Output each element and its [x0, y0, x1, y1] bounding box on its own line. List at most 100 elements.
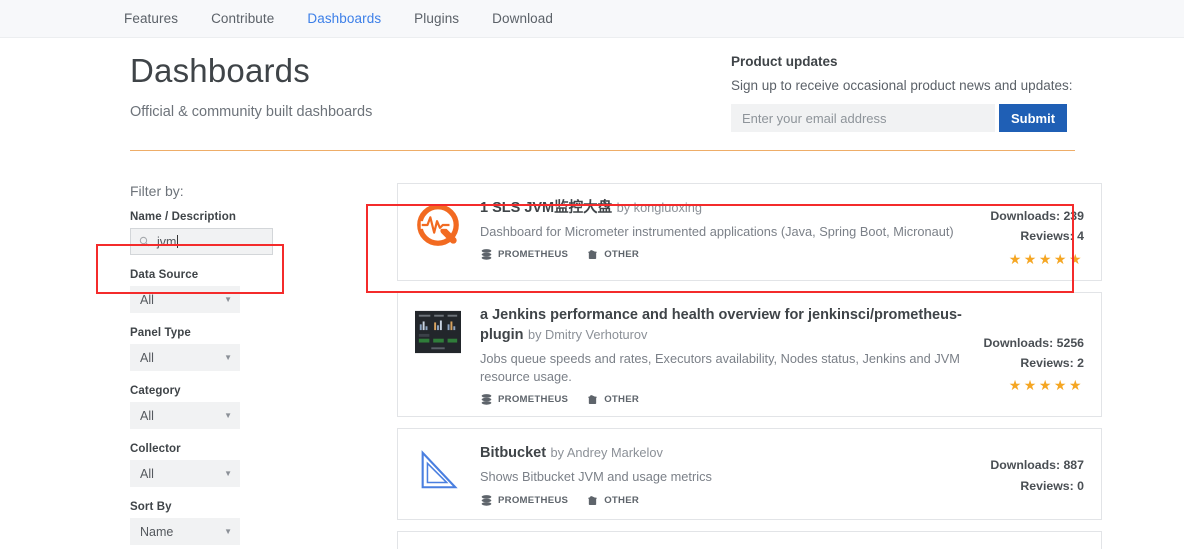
result-tag-collector: OTHER [586, 393, 639, 406]
chevron-down-icon: ▼ [224, 527, 232, 536]
result-title-line: a Jenkins performance and health overvie… [480, 305, 964, 347]
page-title: Dashboards [130, 52, 310, 89]
data-source-value: All [140, 292, 154, 307]
result-card-body: a Jenkins performance and health overvie… [480, 305, 972, 407]
downloads-count: Downloads: 239 [990, 209, 1084, 223]
filter-label-data-source: Data Source [130, 269, 199, 281]
result-card[interactable]: Bitbucket by Andrey Markelov Shows Bitbu… [397, 428, 1102, 520]
nav-item-dashboards[interactable]: Dashboards [307, 11, 381, 26]
title-block: Dashboards Official & community built da… [130, 52, 715, 120]
filter-label-panel-type: Panel Type [130, 327, 191, 339]
panel-type-value: All [140, 350, 154, 365]
result-tag-datasource: PROMETHEUS [480, 494, 568, 507]
nav-item-features[interactable]: Features [124, 11, 178, 26]
collector-icon [588, 496, 597, 505]
nav-item-contribute[interactable]: Contribute [211, 11, 274, 26]
result-tag-label: OTHER [604, 494, 640, 506]
text-cursor [177, 235, 179, 248]
result-card[interactable]: BrightPattern - JVM Monitoring by Bright… [397, 530, 1102, 549]
filter-label-category: Category [130, 385, 181, 397]
collector-icon [588, 395, 597, 405]
search-input-value: jvm [157, 234, 177, 249]
email-field[interactable] [731, 104, 995, 132]
result-stats: Downloads: 5256 Reviews: 2 ★★★★★ [972, 305, 1084, 407]
collector-value: All [140, 466, 154, 481]
orange-pulse-q-logo-icon [417, 204, 459, 246]
result-tag-label: PROMETHEUS [498, 394, 569, 406]
blue-triangle-ruler-logo-icon [421, 450, 458, 489]
filter-name-description: Name / Description jvm [130, 211, 367, 255]
sort-by-value: Name [140, 524, 174, 539]
panel-type-select[interactable]: All ▼ [130, 344, 240, 371]
collector-icon [588, 250, 597, 260]
downloads-count: Downloads: 5256 [983, 335, 1084, 350]
filter-label-sort-by: Sort By [130, 501, 172, 513]
result-description: Shows Bitbucket JVM and usage metrics [480, 469, 712, 485]
result-author: by Andrey Markelov [550, 445, 663, 461]
database-icon [481, 495, 492, 506]
result-tag-collector: OTHER [586, 494, 639, 507]
filter-panel-type: Panel Type All ▼ [130, 327, 367, 371]
result-description: Jobs queue speeds and rates, Executors a… [480, 351, 960, 384]
chevron-down-icon: ▼ [224, 295, 232, 304]
category-select[interactable]: All ▼ [130, 402, 240, 429]
result-title[interactable]: Bitbucket [480, 445, 546, 461]
page-body: Dashboards Official & community built da… [0, 38, 1184, 549]
filter-sort-by: Sort By Name ▼ [130, 501, 367, 545]
filter-sidebar: Filter by: Name / Description jvm Data S… [130, 183, 367, 549]
results-list: 1 SLS JVM监控大盘 by kongluoxing Dashboard f… [397, 183, 1102, 549]
search-icon [139, 236, 150, 247]
newsletter-form: Submit [731, 104, 1076, 132]
filter-data-source: Data Source All ▼ [130, 269, 367, 313]
product-updates-title: Product updates [731, 54, 838, 69]
filter-collector: Collector All ▼ [130, 443, 367, 487]
result-card-body: Bitbucket by Andrey Markelov Shows Bitbu… [480, 443, 972, 506]
sort-by-select[interactable]: Name ▼ [130, 518, 240, 545]
nav-item-plugins[interactable]: Plugins [414, 11, 459, 26]
result-title[interactable]: 1 SLS JVM监控大盘 [480, 200, 612, 216]
reviews-count: Reviews: 0 [1020, 478, 1084, 493]
nav-item-download[interactable]: Download [492, 11, 553, 26]
star-rating: ★★★★★ [1008, 250, 1084, 267]
result-card[interactable]: a Jenkins performance and health overvie… [397, 291, 1102, 418]
result-tag-collector: OTHER [586, 248, 639, 261]
database-icon [481, 249, 492, 261]
reviews-count: Reviews: 4 [1020, 229, 1084, 244]
product-updates-panel: Product updates Sign up to receive occas… [731, 52, 1076, 132]
filter-by-heading: Filter by: [130, 183, 184, 199]
result-tag-label: OTHER [604, 249, 640, 261]
reviews-count: Reviews: 2 [1020, 355, 1084, 370]
result-title-line: Bitbucket by Andrey Markelov [480, 443, 964, 464]
result-card[interactable]: 1 SLS JVM监控大盘 by kongluoxing Dashboard f… [397, 183, 1102, 281]
result-description: Dashboard for Micrometer instrumented ap… [480, 223, 954, 239]
result-tags: PROMETHEUS OTHER [480, 393, 964, 406]
result-tag-label: PROMETHEUS [498, 494, 569, 506]
result-tags: PROMETHEUS OTHER [480, 248, 964, 261]
downloads-count: Downloads: 887 [990, 458, 1084, 473]
filter-label-name-description: Name / Description [130, 211, 236, 223]
result-tags: PROMETHEUS OTHER [480, 494, 964, 507]
collector-select[interactable]: All ▼ [130, 460, 240, 487]
database-icon [481, 394, 492, 406]
result-stats: Downloads: 887 Reviews: 0 [972, 443, 1084, 506]
submit-button[interactable]: Submit [999, 104, 1067, 132]
data-source-select[interactable]: All ▼ [130, 286, 240, 313]
filter-label-collector: Collector [130, 443, 181, 455]
result-title-line: 1 SLS JVM监控大盘 by kongluoxing [480, 198, 964, 219]
chevron-down-icon: ▼ [224, 353, 232, 362]
star-rating: ★★★★★ [1008, 377, 1084, 394]
result-author: by Dmitry Verhoturov [527, 327, 648, 343]
dark-dashboard-screenshot-icon [415, 310, 461, 353]
search-input[interactable]: jvm [130, 228, 273, 255]
result-tag-datasource: PROMETHEUS [480, 248, 568, 261]
top-navigation: Features Contribute Dashboards Plugins D… [0, 0, 1184, 38]
filter-category: Category All ▼ [130, 385, 367, 429]
result-card-body: 1 SLS JVM监控大盘 by kongluoxing Dashboard f… [480, 198, 972, 268]
header-divider [130, 150, 1075, 151]
result-author: by kongluoxing [616, 200, 702, 215]
product-updates-description: Sign up to receive occasional product ne… [731, 78, 1073, 93]
category-value: All [140, 408, 154, 423]
page-subtitle: Official & community built dashboards [130, 103, 373, 120]
chevron-down-icon: ▼ [224, 469, 232, 478]
result-stats: Downloads: 239 Reviews: 4 ★★★★★ [972, 198, 1084, 268]
